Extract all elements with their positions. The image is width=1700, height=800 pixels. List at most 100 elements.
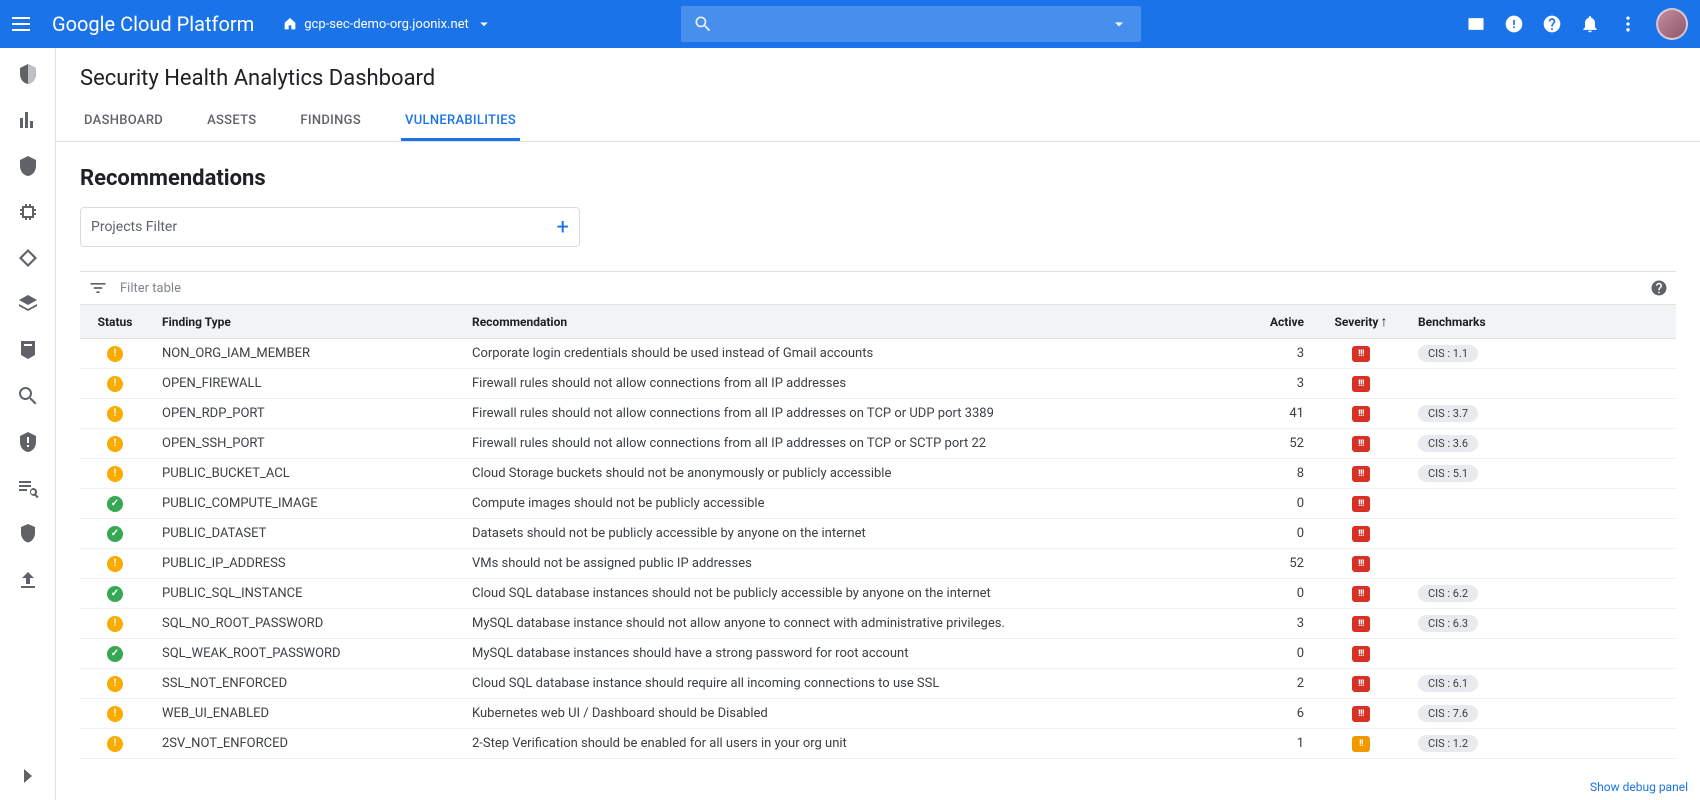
policy-nav-icon[interactable] — [16, 430, 40, 454]
projects-filter[interactable]: Projects Filter + — [80, 207, 580, 247]
status-warning-icon — [107, 406, 123, 422]
severity-critical-icon — [1352, 496, 1370, 512]
finding-type: NON_ORG_IAM_MEMBER — [150, 339, 460, 369]
table-row[interactable]: OPEN_RDP_PORTFirewall rules should not a… — [80, 399, 1676, 429]
col-finding[interactable]: Finding Type — [150, 305, 460, 339]
table-row[interactable]: PUBLIC_DATASETDatasets should not be pub… — [80, 519, 1676, 549]
security-shield-icon[interactable] — [16, 62, 40, 86]
active-count: 3 — [1246, 369, 1316, 399]
finding-type: PUBLIC_BUCKET_ACL — [150, 459, 460, 489]
benchmark-cell — [1406, 519, 1676, 549]
notifications-icon[interactable] — [1580, 14, 1600, 34]
expand-nav-icon[interactable] — [16, 764, 40, 788]
table-row[interactable]: SQL_NO_ROOT_PASSWORDMySQL database insta… — [80, 609, 1676, 639]
table-row[interactable]: SQL_WEAK_ROOT_PASSWORDMySQL database ins… — [80, 639, 1676, 669]
benchmark-chip: CIS : 6.2 — [1418, 585, 1478, 602]
shield-nav-icon[interactable] — [16, 154, 40, 178]
status-warning-icon — [107, 376, 123, 392]
active-count: 52 — [1246, 549, 1316, 579]
export-nav-icon[interactable] — [16, 568, 40, 592]
severity-critical-icon — [1352, 346, 1370, 362]
recommendation-text: Cloud SQL database instance should requi… — [460, 669, 1246, 699]
project-selector[interactable]: gcp-sec-demo-org.joonix.net — [274, 11, 501, 37]
add-filter-icon[interactable]: + — [557, 215, 569, 240]
cloud-shell-icon[interactable] — [1466, 14, 1486, 34]
more-icon[interactable] — [1618, 14, 1638, 34]
tab-assets[interactable]: ASSETS — [203, 103, 260, 141]
severity-critical-icon — [1352, 526, 1370, 542]
benchmark-chip: CIS : 6.3 — [1418, 615, 1478, 632]
finding-type: OPEN_SSH_PORT — [150, 429, 460, 459]
diamond-nav-icon[interactable] — [16, 246, 40, 270]
section-heading: Recommendations — [80, 166, 1676, 191]
table-row[interactable]: PUBLIC_BUCKET_ACLCloud Storage buckets s… — [80, 459, 1676, 489]
benchmark-cell: CIS : 6.3 — [1406, 609, 1676, 639]
filter-list-icon[interactable] — [88, 278, 108, 298]
left-nav — [0, 48, 56, 800]
col-status[interactable]: Status — [80, 305, 150, 339]
status-warning-icon — [107, 466, 123, 482]
tab-findings[interactable]: FINDINGS — [296, 103, 365, 141]
shield-small-nav-icon[interactable] — [16, 522, 40, 546]
main-content: Security Health Analytics Dashboard DASH… — [56, 48, 1700, 800]
col-benchmarks[interactable]: Benchmarks — [1406, 305, 1676, 339]
status-warning-icon — [107, 706, 123, 722]
finding-type: WEB_UI_ENABLED — [150, 699, 460, 729]
tabs: DASHBOARD ASSETS FINDINGS VULNERABILITIES — [56, 103, 1700, 142]
list-search-nav-icon[interactable] — [16, 476, 40, 500]
table-row[interactable]: NON_ORG_IAM_MEMBERCorporate login creden… — [80, 339, 1676, 369]
severity-critical-icon — [1352, 406, 1370, 422]
table-row[interactable]: 2SV_NOT_ENFORCED2-Step Verification shou… — [80, 729, 1676, 759]
dashboard-nav-icon[interactable] — [16, 108, 40, 132]
recommendation-text: MySQL database instance should not allow… — [460, 609, 1246, 639]
table-filter-placeholder[interactable]: Filter table — [120, 281, 181, 296]
tab-vulnerabilities[interactable]: VULNERABILITIES — [401, 103, 520, 141]
feedback-icon[interactable] — [1504, 14, 1524, 34]
org-icon — [282, 16, 298, 32]
search-bar[interactable] — [681, 6, 1141, 42]
sort-ascending-icon: ↑ — [1380, 314, 1387, 330]
layers-nav-icon[interactable] — [16, 292, 40, 316]
project-name: gcp-sec-demo-org.joonix.net — [304, 17, 469, 32]
chip-nav-icon[interactable] — [16, 200, 40, 224]
active-count: 0 — [1246, 579, 1316, 609]
status-warning-icon — [107, 616, 123, 632]
finding-type: PUBLIC_SQL_INSTANCE — [150, 579, 460, 609]
benchmark-cell — [1406, 639, 1676, 669]
col-severity[interactable]: Severity↑ — [1316, 305, 1406, 339]
table-row[interactable]: WEB_UI_ENABLEDKubernetes web UI / Dashbo… — [80, 699, 1676, 729]
badge-nav-icon[interactable] — [16, 338, 40, 362]
col-severity-label: Severity — [1335, 315, 1379, 329]
table-row[interactable]: PUBLIC_COMPUTE_IMAGECompute images shoul… — [80, 489, 1676, 519]
benchmark-cell: CIS : 6.1 — [1406, 669, 1676, 699]
active-count: 8 — [1246, 459, 1316, 489]
status-ok-icon — [107, 496, 123, 512]
active-count: 0 — [1246, 519, 1316, 549]
active-count: 0 — [1246, 489, 1316, 519]
severity-high-icon — [1352, 736, 1370, 752]
col-active[interactable]: Active — [1246, 305, 1316, 339]
active-count: 1 — [1246, 729, 1316, 759]
search-nav-icon[interactable] — [16, 384, 40, 408]
user-avatar[interactable] — [1656, 8, 1688, 40]
recommendation-text: Compute images should not be publicly ac… — [460, 489, 1246, 519]
tab-dashboard[interactable]: DASHBOARD — [80, 103, 167, 141]
col-recommendation[interactable]: Recommendation — [460, 305, 1246, 339]
table-row[interactable]: PUBLIC_SQL_INSTANCECloud SQL database in… — [80, 579, 1676, 609]
platform-logo[interactable]: Google Cloud Platform — [52, 12, 254, 36]
active-count: 3 — [1246, 609, 1316, 639]
table-row[interactable]: OPEN_FIREWALLFirewall rules should not a… — [80, 369, 1676, 399]
recommendation-text: Corporate login credentials should be us… — [460, 339, 1246, 369]
recommendation-text: Kubernetes web UI / Dashboard should be … — [460, 699, 1246, 729]
table-row[interactable]: SSL_NOT_ENFORCEDCloud SQL database insta… — [80, 669, 1676, 699]
recommendation-text: MySQL database instances should have a s… — [460, 639, 1246, 669]
status-warning-icon — [107, 346, 123, 362]
menu-icon[interactable] — [12, 12, 36, 36]
search-dropdown-icon[interactable] — [1109, 14, 1129, 34]
show-debug-panel-link[interactable]: Show debug panel — [1590, 780, 1688, 794]
table-row[interactable]: OPEN_SSH_PORTFirewall rules should not a… — [80, 429, 1676, 459]
help-table-icon[interactable] — [1650, 279, 1668, 297]
active-count: 41 — [1246, 399, 1316, 429]
table-row[interactable]: PUBLIC_IP_ADDRESSVMs should not be assig… — [80, 549, 1676, 579]
help-icon[interactable] — [1542, 14, 1562, 34]
